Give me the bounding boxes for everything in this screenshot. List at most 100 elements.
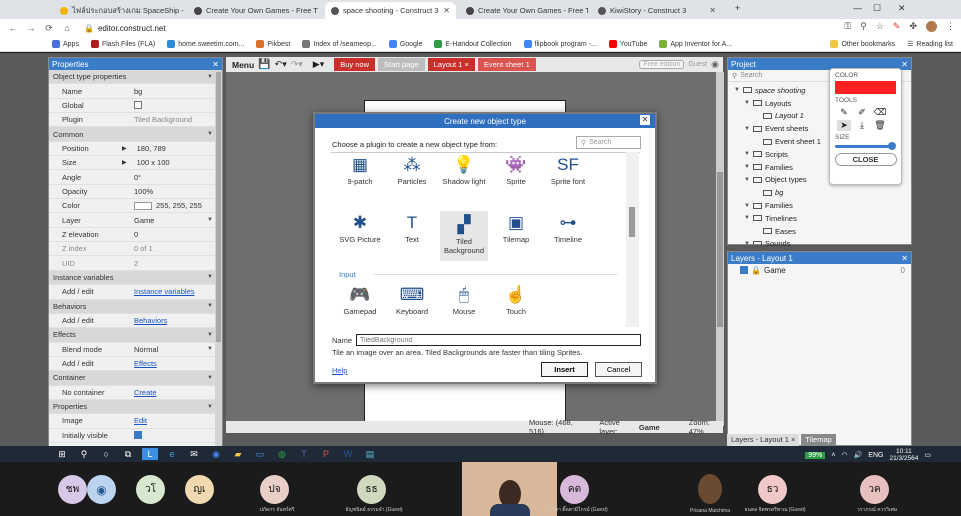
close-button[interactable]: CLOSE — [834, 153, 897, 166]
panel-tab[interactable]: Layers - Layout 1 × — [727, 434, 800, 446]
property-value[interactable]: Instance variables — [134, 287, 217, 296]
star-icon[interactable]: ☆ — [876, 21, 884, 32]
object-name-input[interactable] — [356, 334, 642, 346]
project-tree-item[interactable]: bg — [728, 186, 911, 199]
plugin-item[interactable]: ⁂ Particles — [388, 153, 436, 187]
zoom-icon[interactable]: ⚲ — [860, 21, 867, 32]
volume-icon[interactable]: 🔊 — [854, 451, 863, 459]
tray-up-icon[interactable]: ˄ — [831, 452, 835, 459]
property-value[interactable]: 2 — [134, 259, 217, 268]
back-icon[interactable]: ← — [4, 23, 22, 33]
browser-tab[interactable]: Create Your Own Games - Free T✕ — [188, 2, 320, 19]
property-section[interactable]: Object type properties ▼ — [49, 70, 217, 85]
size-slider[interactable] — [835, 142, 896, 150]
menu-button[interactable]: Menu — [232, 60, 254, 70]
bookmark-item[interactable]: home.sweetim.com... — [167, 40, 244, 48]
plugin-item[interactable]: 🖱 Mouse — [440, 283, 488, 317]
file-explorer-icon[interactable]: ▰ — [230, 448, 246, 460]
collapse-icon[interactable]: ▼ — [207, 274, 213, 280]
plugin-item[interactable]: ☝ Touch — [492, 283, 540, 317]
panel-tab[interactable]: Tilemap — [801, 434, 836, 446]
property-value[interactable]: Behaviors — [134, 316, 217, 325]
property-section[interactable]: Properties ▼ — [49, 399, 217, 415]
plugin-item[interactable]: ✱ SVG Picture — [336, 211, 384, 245]
dropdown-icon[interactable]: ▼ — [207, 346, 213, 352]
battery-indicator[interactable]: 99% — [805, 451, 826, 459]
tab-close-icon[interactable]: ✕ — [709, 6, 716, 15]
chrome-icon[interactable]: ◉ — [208, 448, 224, 460]
checkbox[interactable] — [134, 431, 142, 440]
browser-menu-icon[interactable]: ⋮ — [946, 21, 955, 32]
participant-tile[interactable]: ธธ ธัญชนิตย์ ธรรมจำ (Guest) — [324, 462, 424, 516]
size-slider-handle[interactable] — [888, 142, 896, 150]
tree-toggle-icon[interactable]: ▼ — [744, 241, 750, 247]
plugin-item[interactable]: ⊶ Timeline — [544, 211, 592, 245]
help-link[interactable]: Help — [332, 366, 347, 375]
cortana-icon[interactable]: ○ — [98, 448, 114, 460]
plugin-item[interactable]: 👾 Sprite — [492, 153, 540, 187]
tree-toggle-icon[interactable]: ▼ — [744, 126, 750, 132]
property-value[interactable]: 100% — [134, 187, 217, 196]
layer-row[interactable]: 🔒 Game 0 — [728, 264, 911, 277]
property-value[interactable]: bg — [134, 87, 217, 96]
property-value[interactable]: ▶ 180, 789 — [122, 144, 217, 153]
collapse-icon[interactable]: ▼ — [207, 404, 213, 410]
checkbox[interactable] — [134, 101, 142, 110]
browser-tab[interactable]: space shooting - Construct 3 ✕ — [325, 2, 456, 19]
collapse-icon[interactable]: ▼ — [207, 74, 213, 80]
download-icon[interactable]: ⤓ — [855, 120, 869, 131]
browser-tab[interactable]: Create Your Own Games - Free T✕ — [460, 2, 588, 19]
property-value[interactable]: ▶ 100 x 100 — [122, 158, 217, 167]
properties-close-icon[interactable]: ✕ — [212, 60, 219, 69]
layers-close-icon[interactable]: ✕ — [901, 254, 908, 263]
project-tree-item[interactable]: Eases — [728, 225, 911, 238]
trash-icon[interactable]: 🗑 — [873, 120, 887, 131]
play-icon[interactable]: ▶▾ — [313, 59, 324, 70]
browser-tab[interactable]: ไฟล์ประกอบสร้างเกม SpaceShip - G✕ — [54, 2, 184, 19]
participant-tile[interactable]: วค วราภรณ์ ควรวิเศษ — [827, 462, 927, 516]
editor-tab[interactable]: Event sheet 1 — [477, 58, 536, 71]
zoom-app-icon[interactable]: ▭ — [252, 448, 268, 460]
bookmark-item[interactable]: E-Handout Collection — [434, 40, 512, 48]
other-bookmarks[interactable]: Other bookmarks — [830, 40, 895, 48]
edge-icon[interactable]: e — [164, 448, 180, 460]
plugin-item[interactable]: SF Sprite font — [544, 153, 592, 187]
marker-icon[interactable]: ✐ — [855, 107, 869, 118]
property-section[interactable]: Instance variables ▼ — [49, 270, 217, 286]
maximize-icon[interactable]: ☐ — [873, 3, 881, 14]
expand-arrow-icon[interactable]: ▶ — [122, 145, 127, 152]
plugin-item[interactable]: ▞ Tiled Background — [440, 211, 488, 261]
bookmark-item[interactable]: flipbook program -... — [523, 40, 597, 48]
powerpoint-icon[interactable]: P — [318, 448, 334, 460]
forward-icon[interactable]: → — [22, 23, 40, 33]
language-indicator[interactable]: ENG — [868, 452, 883, 459]
collapse-icon[interactable]: ▼ — [207, 131, 213, 137]
property-value[interactable] — [134, 431, 217, 440]
profile-avatar[interactable] — [926, 21, 937, 32]
tree-toggle-icon[interactable]: ▼ — [744, 151, 750, 157]
color-swatch[interactable] — [835, 81, 896, 94]
undo-icon[interactable]: ↶▾ — [275, 59, 287, 70]
project-tree-item[interactable]: ▼ Families — [728, 199, 911, 212]
collapse-icon[interactable]: ▼ — [207, 303, 213, 309]
color-swatch[interactable] — [134, 201, 152, 210]
project-tree-item[interactable]: ▼ Sounds — [728, 238, 911, 251]
tree-toggle-icon[interactable]: ▼ — [744, 164, 750, 170]
bookmark-item[interactable]: Apps — [52, 40, 79, 48]
property-value[interactable]: Effects — [134, 359, 217, 368]
windows-start-icon[interactable]: ⊞ — [54, 448, 70, 460]
plugin-item[interactable]: ⌨ Keyboard — [388, 283, 436, 317]
plugin-item[interactable]: 💡 Shadow light — [440, 153, 488, 187]
plugin-item[interactable]: ▦ 9-patch — [336, 153, 384, 187]
bookmark-item[interactable]: Google — [388, 40, 422, 48]
insert-button[interactable]: Insert — [541, 362, 588, 377]
lms-app-icon[interactable]: L — [142, 448, 158, 460]
property-value[interactable]: Game ▼ — [134, 216, 217, 225]
reload-icon[interactable]: ⟳ — [40, 23, 58, 34]
pointer-icon[interactable]: ➤ — [837, 120, 851, 131]
property-section[interactable]: Container ▼ — [49, 371, 217, 386]
eraser-icon[interactable]: ⌫ — [873, 107, 887, 118]
wifi-icon[interactable]: ◠ — [841, 451, 847, 459]
project-close-icon[interactable]: ✕ — [901, 60, 908, 69]
property-section[interactable]: Common ▼ — [49, 127, 217, 142]
